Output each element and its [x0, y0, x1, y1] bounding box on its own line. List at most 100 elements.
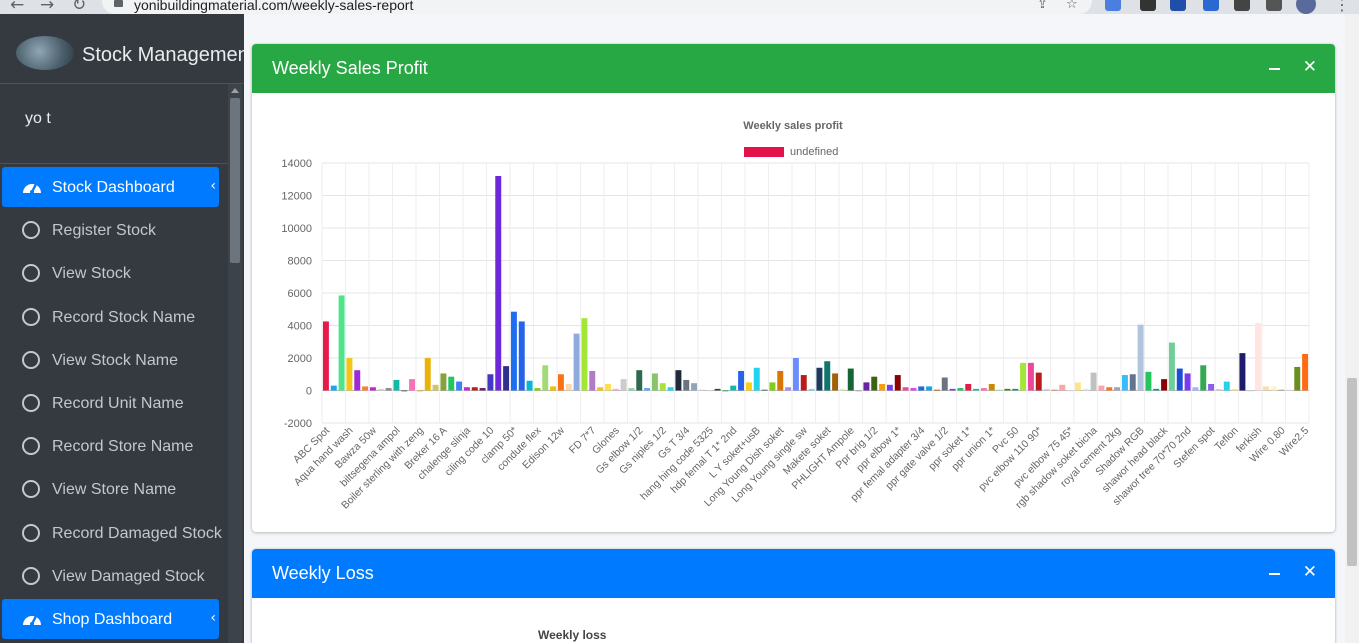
- bar[interactable]: [1176, 368, 1183, 391]
- bar[interactable]: [510, 311, 517, 391]
- proxy-extension-icon[interactable]: [1203, 0, 1219, 11]
- bar[interactable]: [479, 388, 486, 391]
- bar[interactable]: [1137, 324, 1144, 391]
- bar[interactable]: [1098, 385, 1105, 391]
- bar[interactable]: [973, 388, 980, 391]
- bar[interactable]: [424, 358, 431, 391]
- bar[interactable]: [534, 388, 541, 391]
- page-scrollbar[interactable]: [1345, 14, 1359, 643]
- bar[interactable]: [565, 384, 572, 391]
- bar[interactable]: [1114, 387, 1121, 391]
- bar[interactable]: [800, 375, 807, 391]
- bar[interactable]: [722, 390, 729, 392]
- sidebar-item-record-stock-name[interactable]: Record Stock Name: [2, 297, 219, 337]
- scroll-up-arrow-icon[interactable]: [231, 88, 239, 93]
- bar[interactable]: [338, 295, 345, 391]
- bar[interactable]: [526, 380, 533, 391]
- bar[interactable]: [581, 318, 588, 391]
- bar[interactable]: [369, 387, 376, 391]
- bar[interactable]: [1059, 384, 1066, 391]
- bar[interactable]: [1074, 382, 1081, 391]
- bar[interactable]: [1168, 342, 1175, 391]
- bar[interactable]: [1262, 386, 1269, 391]
- brand-link[interactable]: Stock Management: [0, 14, 244, 84]
- sidebar-item-view-stock[interactable]: View Stock: [2, 253, 219, 293]
- bar[interactable]: [980, 388, 987, 391]
- bar[interactable]: [1161, 379, 1168, 391]
- bar[interactable]: [393, 379, 400, 391]
- bookmark-star-icon[interactable]: ☆: [1066, 0, 1078, 12]
- bar[interactable]: [1145, 371, 1152, 391]
- bar[interactable]: [362, 386, 369, 391]
- bar[interactable]: [1067, 390, 1074, 392]
- sidebar-item-stock-dashboard[interactable]: Stock Dashboard ‹: [2, 167, 219, 207]
- bar[interactable]: [1043, 388, 1050, 391]
- bar[interactable]: [557, 374, 564, 391]
- bar[interactable]: [1106, 387, 1113, 391]
- bar[interactable]: [949, 388, 956, 391]
- bar[interactable]: [401, 390, 408, 392]
- bar[interactable]: [487, 374, 494, 391]
- close-icon[interactable]: ✕: [1303, 562, 1317, 582]
- bar[interactable]: [824, 361, 831, 391]
- minimize-icon[interactable]: [1267, 60, 1283, 76]
- bar[interactable]: [753, 367, 760, 391]
- bar[interactable]: [933, 389, 940, 391]
- bar[interactable]: [1192, 387, 1199, 391]
- bar[interactable]: [620, 379, 627, 391]
- bar[interactable]: [1270, 386, 1277, 391]
- bar[interactable]: [471, 387, 478, 391]
- bar[interactable]: [1051, 389, 1058, 391]
- bar[interactable]: [738, 371, 745, 391]
- bar[interactable]: [1231, 388, 1238, 391]
- bar[interactable]: [714, 388, 721, 391]
- bar[interactable]: [683, 379, 690, 391]
- bar[interactable]: [409, 379, 416, 391]
- bar[interactable]: [1129, 374, 1136, 391]
- bar[interactable]: [1200, 365, 1207, 391]
- extensions-puzzle-icon[interactable]: [1234, 0, 1250, 11]
- bar[interactable]: [463, 387, 470, 391]
- sidebar-item-record-damaged-stock[interactable]: Record Damaged Stock: [2, 513, 222, 553]
- bar[interactable]: [1294, 366, 1301, 391]
- bar[interactable]: [542, 365, 549, 391]
- bar[interactable]: [1286, 389, 1293, 391]
- bar[interactable]: [440, 373, 447, 391]
- bar[interactable]: [1215, 388, 1222, 391]
- back-arrow-icon[interactable]: ←: [10, 0, 24, 14]
- bar[interactable]: [1082, 388, 1089, 391]
- bar[interactable]: [604, 384, 611, 391]
- bar[interactable]: [691, 383, 698, 391]
- bar[interactable]: [432, 384, 439, 391]
- translate-extension-icon[interactable]: [1105, 0, 1121, 11]
- bar[interactable]: [988, 384, 995, 391]
- bar[interactable]: [792, 358, 799, 391]
- bar[interactable]: [832, 373, 839, 391]
- bar[interactable]: [503, 366, 510, 391]
- close-icon[interactable]: ✕: [1303, 57, 1317, 77]
- sidebar-scrollbar[interactable]: [228, 84, 242, 643]
- bar[interactable]: [808, 388, 815, 391]
- bar[interactable]: [550, 386, 557, 391]
- sidebar-item-view-damaged-stock[interactable]: View Damaged Stock: [2, 556, 219, 596]
- sidebar-item-view-stock-name[interactable]: View Stock Name: [2, 340, 219, 380]
- bar[interactable]: [377, 388, 384, 391]
- bar[interactable]: [816, 367, 823, 391]
- bar[interactable]: [902, 387, 909, 391]
- bar[interactable]: [346, 358, 353, 391]
- bar[interactable]: [745, 382, 752, 391]
- bar[interactable]: [918, 386, 925, 391]
- bar[interactable]: [495, 176, 502, 391]
- forward-arrow-icon[interactable]: →: [40, 0, 54, 14]
- bar[interactable]: [628, 388, 635, 391]
- bar[interactable]: [1255, 323, 1262, 391]
- bar[interactable]: [910, 388, 917, 391]
- bar[interactable]: [659, 383, 666, 391]
- bar[interactable]: [1153, 388, 1160, 391]
- bar[interactable]: [1012, 388, 1019, 391]
- bar[interactable]: [573, 333, 580, 391]
- bar[interactable]: [1223, 381, 1230, 391]
- bar[interactable]: [1247, 390, 1254, 392]
- bar[interactable]: [322, 321, 329, 391]
- bar[interactable]: [589, 371, 596, 391]
